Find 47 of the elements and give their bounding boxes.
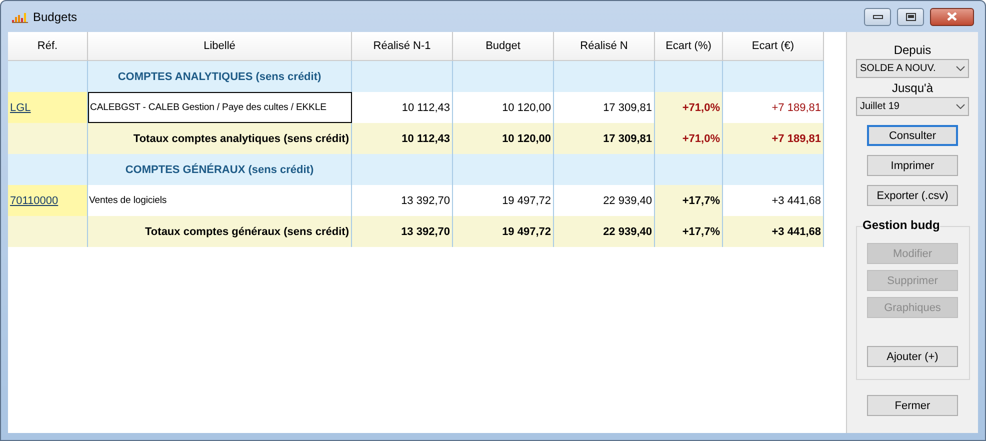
table-cell: +71,0% xyxy=(655,92,723,123)
action-button[interactable]: Ajouter (+) xyxy=(867,346,958,367)
window-title: Budgets xyxy=(33,10,78,24)
column-header[interactable]: Budget xyxy=(453,32,554,61)
close-button[interactable] xyxy=(930,8,974,26)
table-cell: 13 392,70 xyxy=(352,216,453,247)
table-cell: 17 309,81 xyxy=(554,123,655,154)
maximize-icon xyxy=(906,12,916,20)
table-cell: Totaux comptes généraux (sens crédit) xyxy=(88,216,352,247)
table-cell: Totaux comptes analytiques (sens crédit) xyxy=(88,123,352,154)
column-header[interactable]: Ecart (%) xyxy=(655,32,723,61)
table-cell: 10 120,00 xyxy=(453,123,554,154)
from-label: Depuis xyxy=(894,43,932,57)
section-heading: COMPTES ANALYTIQUES (sens crédit) xyxy=(118,70,322,82)
table-cell: 19 497,72 xyxy=(453,216,554,247)
table-cell: 22 939,40 xyxy=(554,216,655,247)
column-header[interactable]: Réalisé N xyxy=(554,32,655,61)
table-cell[interactable]: CALEBGST - CALEB Gestion / Paye des cultes / EKKLE xyxy=(88,92,352,123)
to-dropdown[interactable]: Juillet 19 xyxy=(856,97,969,116)
account-link[interactable]: LGL xyxy=(10,102,31,114)
table-cell: +17,7% xyxy=(655,185,723,216)
table-cell: +17,7% xyxy=(655,216,723,247)
account-link[interactable]: 70110000 xyxy=(10,194,58,206)
to-label: Jusqu'à xyxy=(892,81,933,95)
table-cell: +3 441,68 xyxy=(723,216,824,247)
maximize-button[interactable] xyxy=(897,8,924,26)
close-dialog-button[interactable]: Fermer xyxy=(867,395,958,416)
from-dropdown[interactable]: SOLDE A NOUV. xyxy=(856,59,969,78)
action-button[interactable]: Consulter xyxy=(867,125,958,146)
section-heading: COMPTES GÉNÉRAUX (sens crédit) xyxy=(125,164,314,176)
chevron-down-icon xyxy=(956,104,965,109)
close-icon xyxy=(947,12,957,21)
column-header[interactable]: Ecart (€) xyxy=(723,32,824,61)
group-title: Gestion budg xyxy=(862,218,940,232)
column-header[interactable]: Réf. xyxy=(8,32,88,61)
chevron-down-icon xyxy=(956,66,965,71)
table-cell: +7 189,81 xyxy=(723,123,824,154)
table-cell: +71,0% xyxy=(655,123,723,154)
column-header[interactable]: Réalisé N-1 xyxy=(352,32,453,61)
action-button[interactable]: Exporter (.csv) xyxy=(867,185,958,206)
minimize-button[interactable] xyxy=(864,8,891,26)
column-header[interactable]: Libellé xyxy=(88,32,352,61)
minimize-icon xyxy=(872,14,882,18)
action-button[interactable]: Imprimer xyxy=(867,155,958,176)
table-cell[interactable]: Ventes de logiciels xyxy=(88,185,352,216)
bar-chart-icon xyxy=(12,10,28,22)
table-cell: 10 112,43 xyxy=(352,123,453,154)
